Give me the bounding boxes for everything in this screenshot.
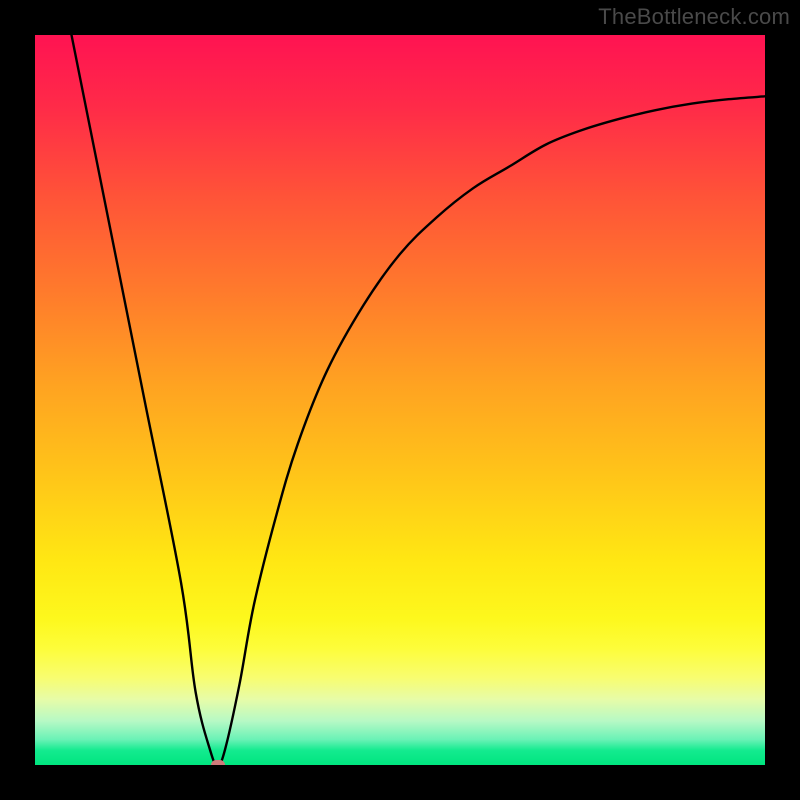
- plot-area: [35, 35, 765, 765]
- chart-frame: TheBottleneck.com: [0, 0, 800, 800]
- watermark-text: TheBottleneck.com: [598, 4, 790, 30]
- bottleneck-curve: [35, 35, 765, 765]
- optimum-marker: [211, 760, 225, 765]
